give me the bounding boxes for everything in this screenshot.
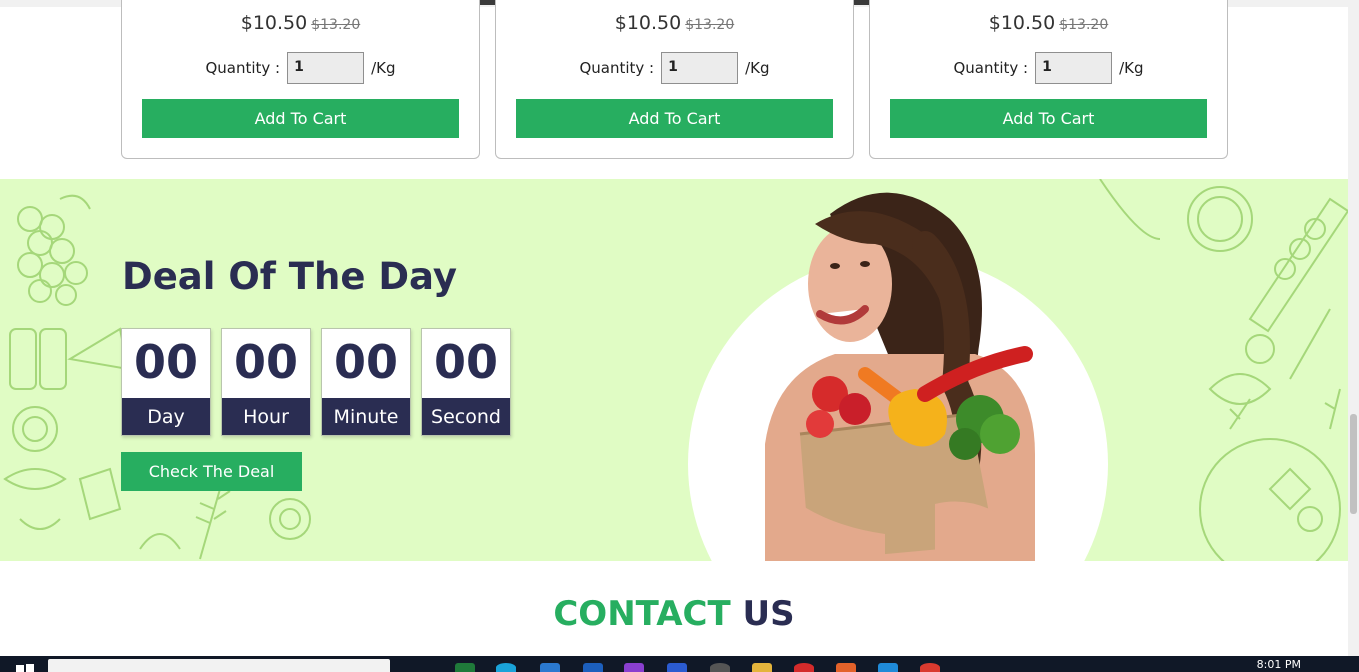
add-to-cart-button[interactable]: Add To Cart	[516, 99, 833, 138]
product-card: $10.50 $13.20 Quantity : 1 /Kg Add To Car…	[869, 0, 1228, 159]
vegetable-doodle-right	[1099, 179, 1348, 561]
contact-heading: CONTACT US	[0, 594, 1348, 634]
current-price: $10.50	[988, 12, 1056, 34]
vscode-icon[interactable]	[878, 663, 898, 672]
os-taskbar: 8:01 PM	[0, 656, 1359, 672]
taskbar-clock[interactable]: 8:01 PM	[1257, 658, 1301, 671]
product-price: $10.50 $13.20	[122, 12, 479, 34]
quantity-input[interactable]: 1	[287, 52, 365, 84]
folder-icon[interactable]	[752, 663, 772, 672]
add-to-cart-button[interactable]: Add To Cart	[142, 99, 459, 138]
chrome-icon[interactable]	[920, 663, 940, 672]
old-price: $13.20	[311, 17, 361, 33]
product-price: $10.50 $13.20	[870, 12, 1227, 34]
woman-with-vegetables-image	[765, 192, 1035, 561]
unit-label: /Kg	[371, 59, 396, 77]
scrollbar[interactable]	[1348, 7, 1359, 656]
add-to-cart-button[interactable]: Add To Cart	[890, 99, 1207, 138]
app-icon[interactable]	[710, 663, 730, 672]
opera-icon[interactable]	[794, 663, 814, 672]
countdown-hours: 00 Hour	[221, 328, 311, 436]
quantity-label: Quantity :	[579, 59, 655, 77]
countdown-label: Hour	[222, 398, 310, 435]
scrollbar-thumb[interactable]	[1350, 414, 1357, 514]
quantity-input[interactable]: 1	[1035, 52, 1113, 84]
current-price: $10.50	[240, 12, 308, 34]
countdown-label: Minute	[322, 398, 410, 435]
windows-start-icon[interactable]	[16, 663, 34, 672]
app-icon[interactable]	[583, 663, 603, 672]
product-card: $10.50 $13.20 Quantity : 1 /Kg Add To Car…	[495, 0, 854, 159]
old-price: $13.20	[685, 17, 735, 33]
edge-icon[interactable]	[496, 663, 516, 672]
store-icon[interactable]	[540, 663, 560, 672]
web-page: $10.50 $13.20 Quantity : 1 /Kg Add To Car…	[0, 0, 1359, 672]
quantity-input[interactable]: 1	[661, 52, 739, 84]
quantity-row: Quantity : 1 /Kg	[122, 52, 479, 84]
check-the-deal-button[interactable]: Check The Deal	[121, 452, 302, 491]
deal-title: Deal Of The Day	[122, 255, 457, 298]
vegetable-doodle-left	[3, 194, 130, 530]
countdown-label: Second	[422, 398, 510, 435]
countdown-value: 00	[333, 335, 398, 389]
countdown-value: 00	[233, 335, 298, 389]
countdown-seconds: 00 Second	[421, 328, 511, 436]
countdown-days: 00 Day	[121, 328, 211, 436]
countdown-minutes: 00 Minute	[321, 328, 411, 436]
current-price: $10.50	[614, 12, 682, 34]
product-card: $10.50 $13.20 Quantity : 1 /Kg Add To Car…	[121, 0, 480, 159]
countdown-label: Day	[122, 398, 210, 435]
countdown-value: 00	[133, 335, 198, 389]
contact-heading-word: CONTACT	[553, 594, 731, 634]
quantity-label: Quantity :	[953, 59, 1029, 77]
deal-of-the-day-section: Deal Of The Day 00 Day 00 Hour 00 Minute…	[0, 179, 1348, 561]
word-icon[interactable]	[667, 663, 687, 672]
product-price: $10.50 $13.20	[496, 12, 853, 34]
unit-label: /Kg	[745, 59, 770, 77]
contact-heading-word: US	[742, 594, 795, 634]
visual-studio-icon[interactable]	[624, 663, 644, 672]
quantity-label: Quantity :	[205, 59, 281, 77]
countdown-value: 00	[433, 335, 498, 389]
quantity-row: Quantity : 1 /Kg	[870, 52, 1227, 84]
unit-label: /Kg	[1119, 59, 1144, 77]
excel-icon[interactable]	[455, 663, 475, 672]
old-price: $13.20	[1059, 17, 1109, 33]
quantity-row: Quantity : 1 /Kg	[496, 52, 853, 84]
office-icon[interactable]	[836, 663, 856, 672]
taskbar-search-box[interactable]	[48, 659, 390, 672]
